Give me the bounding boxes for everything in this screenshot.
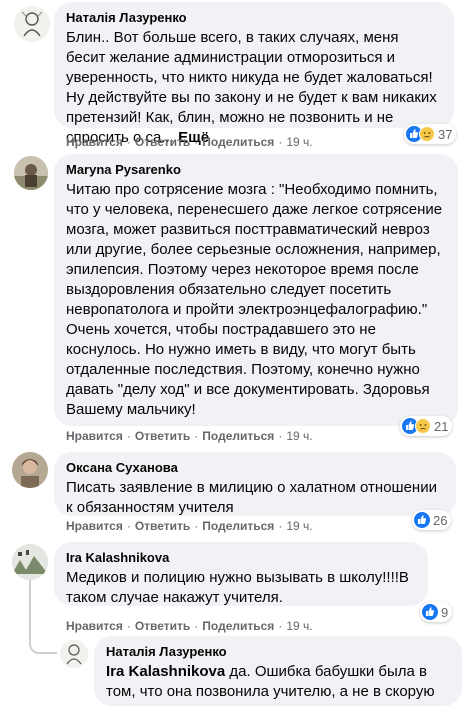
reply-button[interactable]: Ответить (135, 135, 190, 149)
comment: Оксана Суханова Писать заявление в милиц… (0, 448, 476, 538)
like-button[interactable]: Нравится (66, 429, 123, 443)
share-button[interactable]: Поделиться (202, 519, 274, 533)
timestamp[interactable]: 19 ч. (286, 519, 312, 533)
timestamp[interactable]: 19 ч. (286, 135, 312, 149)
avatar[interactable] (12, 452, 48, 488)
reaction-count: 26 (433, 512, 448, 528)
reply-comment: Наталія Лазуренко Ira Kalashnikova да. О… (0, 634, 476, 706)
avatar[interactable] (14, 6, 50, 42)
comment-actions: Нравится · Ответить · Поделиться · 19 ч. (66, 619, 313, 633)
reaction-count: 9 (441, 604, 449, 620)
comment: Наталія Лазуренко Блин.. Вот больше всег… (0, 0, 476, 150)
timestamp[interactable]: 19 ч. (286, 429, 312, 443)
like-icon (414, 512, 430, 528)
comment-bubble: Наталія Лазуренко Блин.. Вот больше всег… (54, 2, 454, 146)
comment-text: Медиков и полицию нужно вызывать в школу… (66, 569, 409, 606)
comment-text: Читаю про сотрясение мозга : "Необходимо… (66, 181, 443, 418)
comment-author[interactable]: Ira Kalashnikova (66, 550, 416, 566)
reaction-summary[interactable]: 9 (420, 602, 453, 622)
share-button[interactable]: Поделиться (202, 619, 274, 633)
timestamp[interactable]: 19 ч. (286, 619, 312, 633)
avatar-photo-icon (14, 156, 48, 190)
comment-author[interactable]: Оксана Суханова (66, 460, 444, 476)
reply-button[interactable]: Ответить (135, 619, 190, 633)
comment-text-body: Блин.. Вот больше всего, в таких случаях… (66, 29, 437, 146)
comment-actions: Нравится · Ответить · Поделиться · 19 ч. (66, 519, 313, 533)
like-icon (422, 604, 438, 620)
like-button[interactable]: Нравится (66, 135, 123, 149)
reaction-summary[interactable]: 26 (412, 510, 452, 530)
reply-button[interactable]: Ответить (135, 429, 190, 443)
comment: Ira Kalashnikova Медиков и полицию нужно… (0, 538, 476, 642)
share-button[interactable]: Поделиться (202, 429, 274, 443)
comment-bubble: Оксана Суханова Писать заявление в милиц… (54, 452, 456, 516)
avatar-illustration-icon (60, 640, 88, 668)
avatar[interactable] (14, 156, 48, 190)
comment-actions: Нравится · Ответить · Поделиться · 19 ч. (66, 429, 313, 443)
like-button[interactable]: Нравится (66, 519, 123, 533)
comment-author[interactable]: Maryna Pysarenko (66, 162, 446, 178)
avatar[interactable] (60, 640, 88, 668)
avatar-photo-icon (12, 544, 48, 580)
reaction-count: 37 (438, 126, 453, 142)
reply-button[interactable]: Ответить (135, 519, 190, 533)
comment-text: Ira Kalashnikova да. Ошибка бабушки была… (106, 662, 450, 702)
mention-link[interactable]: Ira Kalashnikova (106, 663, 225, 680)
comment-text: Блин.. Вот больше всего, в таких случаях… (66, 28, 442, 148)
avatar-illustration-icon (14, 6, 50, 42)
sad-icon (419, 126, 435, 142)
sad-icon (415, 418, 431, 434)
like-button[interactable]: Нравится (66, 619, 123, 633)
reaction-count: 21 (434, 418, 449, 434)
avatar[interactable] (12, 544, 48, 580)
comment-author[interactable]: Наталія Лазуренко (106, 644, 450, 660)
reaction-summary[interactable]: 21 (400, 416, 453, 436)
share-button[interactable]: Поделиться (202, 135, 274, 149)
avatar-photo-icon (12, 452, 48, 488)
comment-bubble: Maryna Pysarenko Читаю про сотрясение мо… (54, 154, 458, 426)
comment-author[interactable]: Наталія Лазуренко (66, 10, 442, 26)
reaction-summary[interactable]: 37 (404, 124, 457, 144)
comment: Maryna Pysarenko Читаю про сотрясение мо… (0, 150, 476, 450)
comment-actions: Нравится · Ответить · Поделиться · 19 ч. (66, 135, 313, 149)
comment-text: Писать заявление в милицию о халатном от… (66, 479, 437, 516)
comment-bubble: Наталія Лазуренко Ira Kalashnikova да. О… (94, 636, 462, 706)
comment-bubble: Ira Kalashnikova Медиков и полицию нужно… (54, 542, 428, 606)
